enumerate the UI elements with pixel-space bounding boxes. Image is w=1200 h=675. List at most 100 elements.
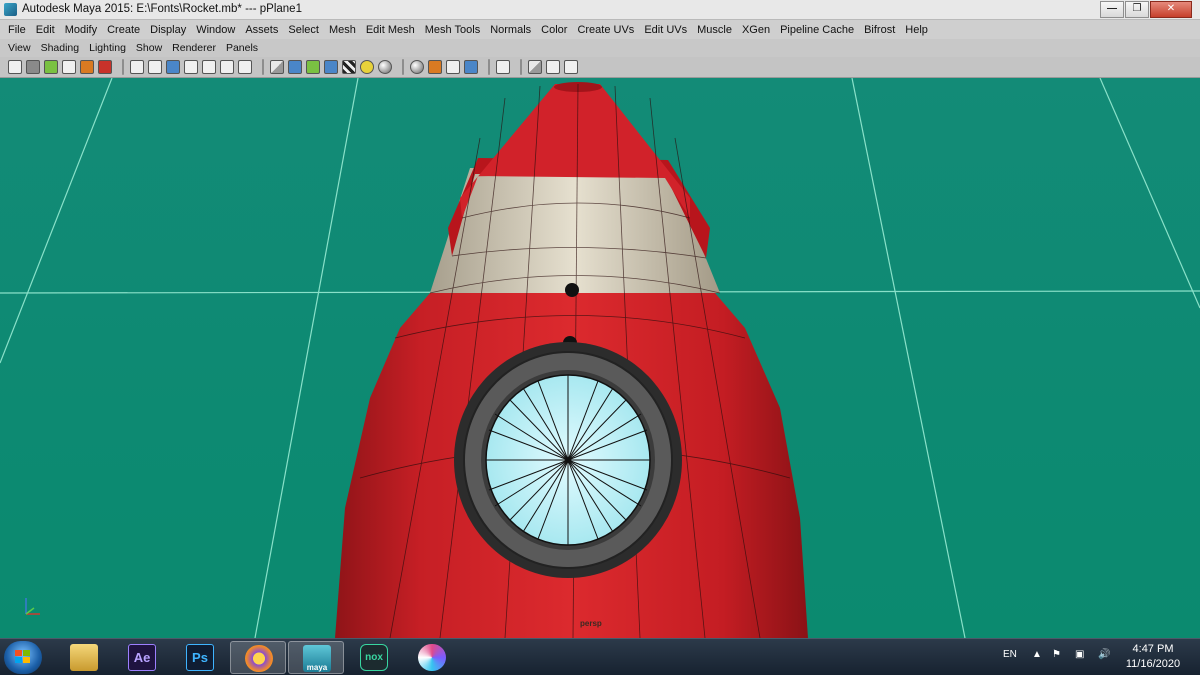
volume-icon[interactable]: 🔊: [1098, 649, 1110, 660]
toolbar-separator: [488, 59, 490, 75]
restore-icon: ❐: [1132, 3, 1142, 14]
window-title: Autodesk Maya 2015: E:\Fonts\Rocket.mb* …: [22, 3, 302, 15]
after-effects-icon: Ae: [128, 644, 156, 671]
safe-action-icon[interactable]: [220, 60, 234, 74]
isolate-select-icon[interactable]: [410, 60, 424, 74]
menu-muscle[interactable]: Muscle: [692, 24, 737, 36]
window-controls: — ❐ ✕: [1099, 1, 1192, 18]
panel-menu-lighting[interactable]: Lighting: [84, 42, 131, 54]
taskbar-maya[interactable]: maya: [288, 641, 344, 674]
color-wheel-icon: [418, 644, 446, 671]
language-indicator[interactable]: EN: [1003, 649, 1017, 660]
toolbar-separator: [122, 59, 124, 75]
panel-menu-bar: View Shading Lighting Show Renderer Pane…: [0, 39, 1200, 57]
viewport-scene: [0, 78, 1200, 638]
title-bar: Autodesk Maya 2015: E:\Fonts\Rocket.mb* …: [0, 0, 1200, 20]
menu-mesh[interactable]: Mesh: [324, 24, 361, 36]
screen-space-ao-icon[interactable]: [378, 60, 392, 74]
select-tool-icon[interactable]: [496, 60, 510, 74]
menu-xgen[interactable]: XGen: [737, 24, 775, 36]
panel-menu-shading[interactable]: Shading: [36, 42, 85, 54]
use-all-lights-icon[interactable]: [342, 60, 356, 74]
close-button[interactable]: ✕: [1150, 1, 1192, 18]
xray-joints-icon[interactable]: [446, 60, 460, 74]
safe-title-icon[interactable]: [238, 60, 252, 74]
network-icon[interactable]: ▣: [1075, 649, 1084, 660]
nox-icon: nox: [360, 644, 388, 671]
menu-edit[interactable]: Edit: [31, 24, 60, 36]
menu-create-uvs[interactable]: Create UVs: [572, 24, 639, 36]
porthole-spokes: [486, 375, 650, 545]
grid-icon[interactable]: [130, 60, 144, 74]
maya-app-icon: [4, 3, 17, 16]
share-icon[interactable]: [564, 60, 578, 74]
2d-pan-zoom-icon[interactable]: [98, 60, 112, 74]
menu-pipeline-cache[interactable]: Pipeline Cache: [775, 24, 859, 36]
xray-components-icon[interactable]: [464, 60, 478, 74]
panel-menu-renderer[interactable]: Renderer: [167, 42, 221, 54]
taskbar-photoshop[interactable]: Ps: [172, 641, 228, 674]
menu-mesh-tools[interactable]: Mesh Tools: [420, 24, 485, 36]
menu-normals[interactable]: Normals: [485, 24, 536, 36]
menu-color[interactable]: Color: [536, 24, 572, 36]
windows-logo-icon: [15, 650, 31, 665]
maximize-button[interactable]: ❐: [1125, 1, 1149, 18]
field-chart-icon[interactable]: [202, 60, 216, 74]
view-axis-icon: [25, 598, 40, 615]
minimize-icon: —: [1107, 3, 1117, 14]
clock-time: 4:47 PM: [1132, 643, 1174, 655]
gate-mask-icon[interactable]: [184, 60, 198, 74]
camera-attributes-icon[interactable]: [26, 60, 40, 74]
show-hidden-icons-icon[interactable]: ▲: [1032, 649, 1042, 660]
shadows-icon[interactable]: [360, 60, 374, 74]
clock-date: 11/16/2020: [1125, 658, 1181, 670]
menu-select[interactable]: Select: [283, 24, 324, 36]
folder-icon: [70, 644, 98, 671]
close-icon: ✕: [1166, 3, 1176, 14]
menu-window[interactable]: Window: [191, 24, 240, 36]
menu-modify[interactable]: Modify: [60, 24, 102, 36]
toolbar-separator: [402, 59, 404, 75]
grease-pencil-icon[interactable]: [80, 60, 94, 74]
start-button[interactable]: [4, 641, 42, 674]
menu-help[interactable]: Help: [900, 24, 933, 36]
smooth-shade-icon[interactable]: [288, 60, 302, 74]
rocket-model: [335, 82, 808, 638]
toolbar-separator: [520, 59, 522, 75]
menu-file[interactable]: File: [3, 24, 31, 36]
action-center-flag-icon[interactable]: ⚑: [1052, 649, 1061, 660]
windows-taskbar: Ae Ps maya nox EN ▲ ⚑ ▣ 🔊 4:47 PM 11/16/…: [0, 638, 1200, 675]
isolate-cube-icon[interactable]: [528, 60, 542, 74]
select-camera-icon[interactable]: [8, 60, 22, 74]
maya-icon: maya: [303, 645, 331, 672]
panel-menu-panels[interactable]: Panels: [221, 42, 263, 54]
photoshop-icon: Ps: [186, 644, 214, 671]
textured-icon[interactable]: [324, 60, 338, 74]
xray-icon[interactable]: [428, 60, 442, 74]
menu-create[interactable]: Create: [102, 24, 145, 36]
bookmark-icon[interactable]: [44, 60, 58, 74]
menu-assets[interactable]: Assets: [240, 24, 283, 36]
taskbar-nox[interactable]: nox: [346, 641, 402, 674]
resolution-gate-icon[interactable]: [166, 60, 180, 74]
wireframe-on-shaded-icon[interactable]: [306, 60, 320, 74]
taskbar-after-effects[interactable]: Ae: [114, 641, 170, 674]
minimize-button[interactable]: —: [1100, 1, 1124, 18]
taskbar-color-app[interactable]: [404, 641, 460, 674]
frame-all-icon[interactable]: [546, 60, 560, 74]
camera-label: persp: [580, 619, 602, 628]
menu-edit-uvs[interactable]: Edit UVs: [639, 24, 692, 36]
taskbar-file-explorer[interactable]: [56, 641, 112, 674]
panel-menu-view[interactable]: View: [3, 42, 36, 54]
wireframe-icon[interactable]: [270, 60, 284, 74]
system-clock[interactable]: 4:47 PM 11/16/2020: [1118, 642, 1188, 672]
menu-display[interactable]: Display: [145, 24, 191, 36]
panel-menu-show[interactable]: Show: [131, 42, 167, 54]
image-plane-icon[interactable]: [62, 60, 76, 74]
persp-viewport[interactable]: persp: [0, 78, 1200, 638]
menu-edit-mesh[interactable]: Edit Mesh: [361, 24, 420, 36]
taskbar-browser[interactable]: [230, 641, 286, 674]
film-gate-icon[interactable]: [148, 60, 162, 74]
panel-toolbar: [0, 57, 1200, 78]
menu-bifrost[interactable]: Bifrost: [859, 24, 900, 36]
